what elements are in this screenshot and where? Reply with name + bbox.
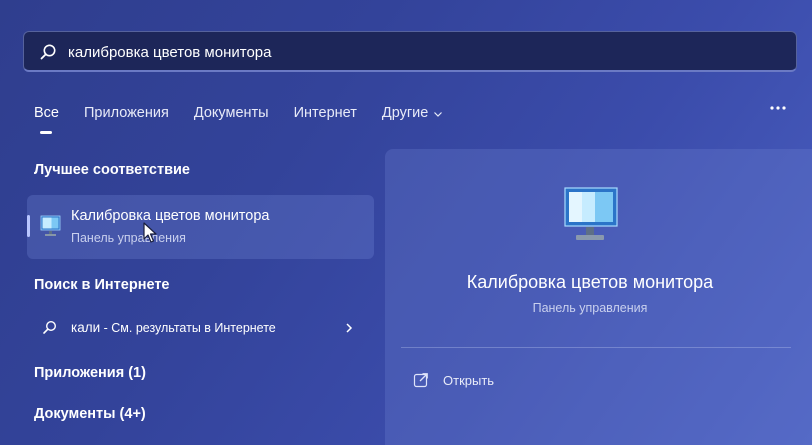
preview-title: Калибровка цветов монитора xyxy=(466,272,714,292)
monitor-icon xyxy=(40,215,61,236)
documents-group-heading[interactable]: Документы (4+) xyxy=(34,406,146,422)
web-search-query-text: кали - См. результаты в Интернете xyxy=(71,320,276,335)
best-match-subtitle: Панель управления xyxy=(71,231,186,245)
search-icon xyxy=(43,320,57,334)
tab-apps[interactable]: Приложения xyxy=(84,105,169,121)
open-external-icon xyxy=(413,373,428,388)
filter-tabs: Все Приложения Документы Интернет Другие xyxy=(34,100,468,134)
search-input[interactable] xyxy=(68,38,788,66)
web-search-query: кали xyxy=(71,320,101,335)
best-match-heading: Лучшее соответствие xyxy=(34,162,190,178)
tab-web[interactable]: Интернет xyxy=(294,105,357,121)
open-button[interactable]: Открыть xyxy=(413,370,494,390)
preview-divider xyxy=(401,347,791,348)
apps-group-heading[interactable]: Приложения (1) xyxy=(34,365,146,381)
tab-label: Приложения xyxy=(84,105,169,121)
tab-label: Все xyxy=(34,105,59,121)
open-label: Открыть xyxy=(443,372,495,388)
active-tab-indicator xyxy=(40,131,52,134)
tab-documents[interactable]: Документы xyxy=(194,105,269,121)
selection-accent-bar xyxy=(27,215,30,237)
search-icon xyxy=(40,44,56,60)
tab-all[interactable]: Все xyxy=(34,105,59,134)
search-bar[interactable] xyxy=(23,31,797,72)
chevron-down-icon xyxy=(434,111,443,117)
chevron-right-icon xyxy=(346,323,353,333)
best-match-title: Калибровка цветов монитора xyxy=(71,208,270,224)
web-search-heading: Поиск в Интернете xyxy=(34,277,170,293)
preview-subtitle: Панель управления xyxy=(532,301,648,315)
tab-label: Другие xyxy=(381,105,429,121)
web-search-hint: - См. результаты в Интернете xyxy=(100,321,276,335)
monitor-icon xyxy=(564,187,618,240)
tab-label: Интернет xyxy=(293,105,357,121)
more-options-button[interactable] xyxy=(766,98,790,118)
tab-more[interactable]: Другие xyxy=(382,105,443,121)
web-search-suggestion[interactable]: кали - См. результаты в Интернете xyxy=(27,314,374,344)
best-match-result[interactable]: Калибровка цветов монитора Панель управл… xyxy=(27,195,374,259)
mouse-cursor-icon xyxy=(143,222,157,243)
more-horizontal-icon xyxy=(770,106,786,110)
preview-panel: Калибровка цветов монитора Панель управл… xyxy=(385,149,812,445)
tab-label: Документы xyxy=(193,105,269,121)
